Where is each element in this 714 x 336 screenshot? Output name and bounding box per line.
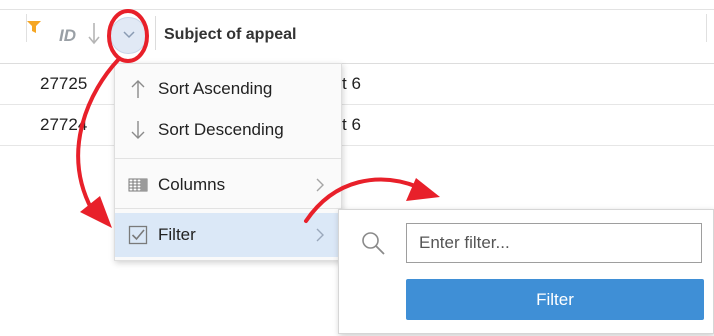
table-row[interactable]: 27724 t 6 [0,105,714,146]
menu-item-label: Sort Ascending [158,79,273,98]
columns-grid-icon [128,178,148,192]
filter-input[interactable] [406,223,702,263]
filter-popup: Filter [338,209,714,334]
cell-id: 27725 [40,74,88,93]
menu-item-sort-descending[interactable]: Sort Descending [115,111,341,149]
arrow-up-icon [131,80,145,98]
column-header-id[interactable]: ID [59,26,76,46]
annotation-arrowhead [406,178,440,201]
annotation-arrowhead [80,196,112,228]
filter-applied-icon [27,21,41,33]
menu-separator [115,158,341,159]
grid-header-row [0,10,714,64]
apply-filter-button[interactable]: Filter [406,279,704,320]
header-right-divider [706,14,707,42]
menu-item-sort-ascending[interactable]: Sort Ascending [115,70,341,108]
menu-separator [115,208,341,209]
cell-subject: t 6 [342,115,361,134]
arrow-down-icon [131,121,145,139]
menu-item-label: Filter [158,225,196,244]
menu-item-label: Sort Descending [158,120,284,139]
menu-item-columns[interactable]: Columns [115,166,341,204]
menu-item-label: Columns [158,175,226,194]
cell-id: 27724 [40,115,88,134]
header-column-separator [155,16,156,50]
chevron-right-icon [316,228,324,242]
search-icon [362,232,385,255]
menu-item-filter[interactable]: Filter [115,213,341,257]
checkbox-checked-icon [128,225,148,245]
chevron-down-icon [123,31,135,39]
column-menu-button[interactable] [110,17,147,54]
chevron-right-icon [316,178,324,192]
column-context-menu: Sort Ascending Sort Descending Columns F… [114,63,342,261]
cell-subject: t 6 [342,74,361,93]
table-row[interactable]: 27725 t 6 [0,64,714,105]
column-header-subject[interactable]: Subject of appeal [164,26,296,44]
sort-down-arrow-icon [88,23,100,45]
